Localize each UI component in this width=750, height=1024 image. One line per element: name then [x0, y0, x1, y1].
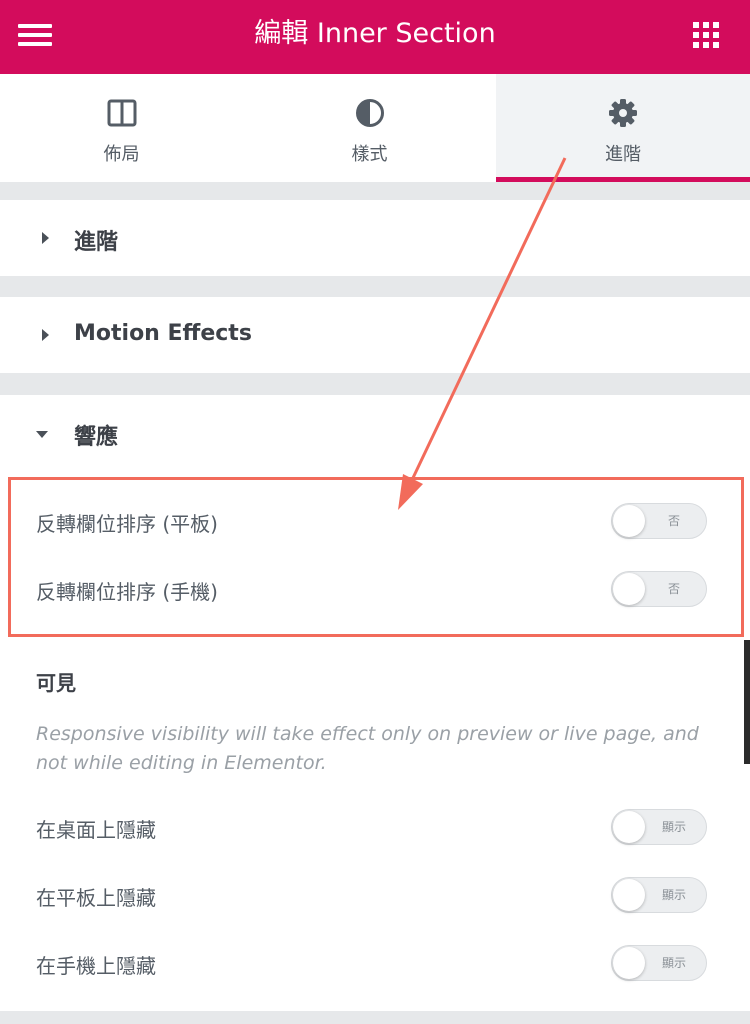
toggle-knob: [613, 811, 645, 843]
tab-style[interactable]: 樣式: [243, 74, 496, 182]
columns-layout-icon: [107, 99, 136, 127]
section-motion-effects[interactable]: Motion Effects: [0, 297, 750, 373]
half-circle-style-icon: [355, 99, 384, 127]
caret-down-icon[interactable]: [36, 431, 48, 438]
tab-advanced[interactable]: 進階: [496, 74, 750, 182]
toggle-knob: [613, 879, 645, 911]
editor-header: 編輯 Inner Section: [0, 0, 750, 74]
toggle-knob: [613, 947, 645, 979]
hide-mobile-toggle[interactable]: 顯示: [611, 945, 707, 981]
hide-desktop-toggle[interactable]: 顯示: [611, 809, 707, 845]
section-motion-title: Motion Effects: [74, 321, 252, 346]
hide-tablet-label: 在平板上隱藏: [36, 886, 156, 910]
caret-right-icon: [42, 329, 49, 341]
tab-layout[interactable]: 佈局: [0, 74, 243, 182]
visibility-note: Responsive visibility will take effect o…: [36, 723, 699, 774]
scrollbar-thumb[interactable]: [744, 640, 750, 764]
tab-style-label: 樣式: [351, 144, 388, 165]
toggle-text: 顯示: [661, 820, 686, 834]
caret-right-icon: [42, 232, 49, 244]
section-responsive-title[interactable]: 響應: [74, 419, 118, 451]
tab-advanced-label: 進階: [605, 144, 641, 165]
hide-mobile-label: 在手機上隱藏: [36, 954, 156, 978]
tab-layout-label: 佈局: [103, 144, 140, 165]
hide-desktop-label: 在桌面上隱藏: [36, 818, 156, 842]
toggle-text: 顯示: [661, 956, 686, 970]
gear-icon: [609, 99, 637, 127]
grid-apps-icon[interactable]: [693, 22, 719, 48]
annotation-highlight-box: [8, 477, 744, 637]
section-advanced-title: 進階: [74, 230, 119, 255]
panel-tabs: 佈局 樣式 進階: [0, 74, 750, 182]
panel-title: 編輯 Inner Section: [254, 18, 496, 49]
section-advanced[interactable]: 進階: [0, 200, 750, 276]
visibility-heading: 可見: [36, 671, 76, 695]
hide-tablet-toggle[interactable]: 顯示: [611, 877, 707, 913]
toggle-text: 顯示: [661, 888, 686, 902]
